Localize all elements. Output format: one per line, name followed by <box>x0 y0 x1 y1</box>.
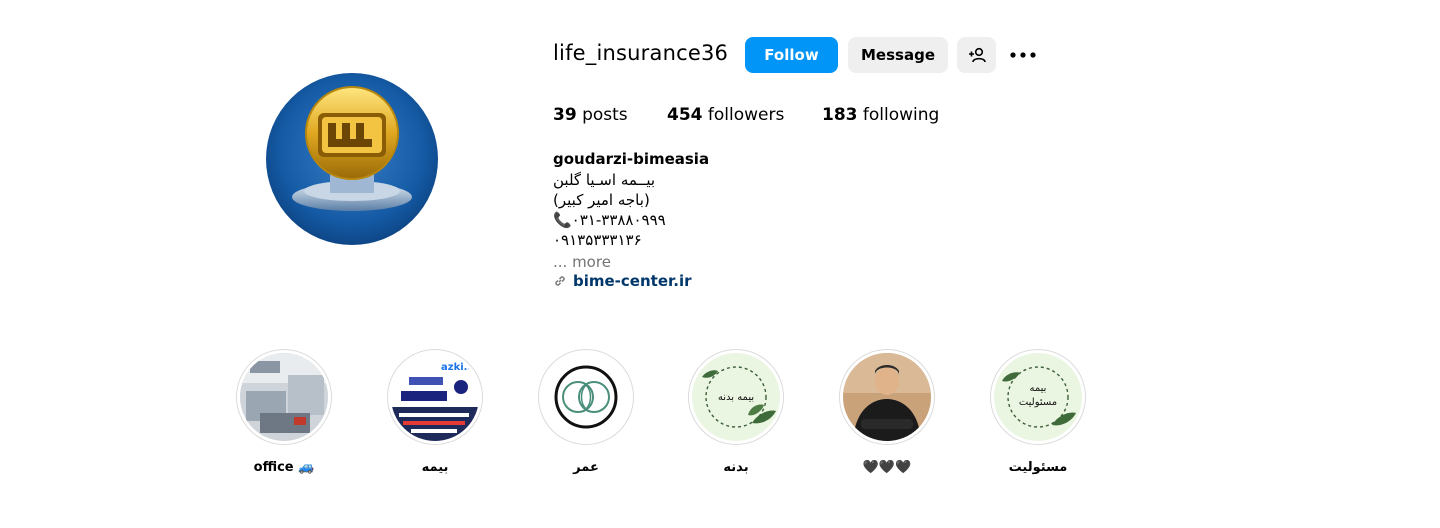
azki-ad-photo: azki.co <box>391 353 479 441</box>
svg-text:azki.co: azki.co <box>441 362 479 373</box>
message-button[interactable]: Message <box>848 37 948 73</box>
leaf-wreath-badge: بیمه مسئولیت <box>994 353 1082 441</box>
bio-more-link[interactable]: ... more <box>553 253 611 271</box>
svg-text:بیمه: بیمه <box>1030 383 1047 394</box>
svg-text:مسئولیت: مسئولیت <box>1019 397 1057 408</box>
highlight-hearts[interactable]: 🖤🖤🖤 <box>838 349 936 475</box>
highlight-label: 🖤🖤🖤 <box>862 460 912 475</box>
highlight-bime[interactable]: azki.co بیمه <box>386 349 484 475</box>
following-stat[interactable]: 183 following <box>822 105 939 125</box>
follow-button[interactable]: Follow <box>745 37 838 73</box>
highlight-label: بیمه <box>421 460 449 475</box>
highlight-label: بدنه <box>723 460 749 475</box>
man-portrait-photo <box>843 353 931 441</box>
highlight-masouliat[interactable]: بیمه مسئولیت مسئولیت <box>989 349 1087 475</box>
bio-name: goudarzi-bimeasia <box>553 150 710 168</box>
followers-stat[interactable]: 454 followers <box>667 105 784 125</box>
bio-line: ۰۹۱۳۵۳۳۳۱۳۶ <box>553 231 642 249</box>
posts-stat: 39 posts <box>553 105 628 125</box>
highlight-label: office 🚙 <box>253 460 315 475</box>
highlight-label: عمر <box>573 460 599 475</box>
leaf-wreath-badge: بیمه بدنه <box>692 353 780 441</box>
badge-text: بیمه بدنه <box>718 392 754 403</box>
bio-line: 📞۰۳۱-۳۳۸۸۰۹۹۹ <box>553 211 666 229</box>
profile-avatar[interactable] <box>266 73 438 245</box>
more-options-icon <box>1010 52 1036 58</box>
bio-line: بیــمه اسـیا گلبن <box>553 171 656 189</box>
link-icon <box>555 276 565 286</box>
highlight-label: مسئولیت <box>1008 460 1068 475</box>
profile-username: life_insurance36 <box>553 41 729 65</box>
suggest-accounts-button[interactable] <box>957 37 996 73</box>
office-photo <box>240 353 328 441</box>
bio-line: (باجه امیر کبیر) <box>553 191 650 209</box>
person-add-icon <box>968 47 986 63</box>
highlight-omr[interactable]: عمر <box>537 349 635 475</box>
bio-website-link[interactable]: bime-center.ir <box>553 272 692 290</box>
more-options-button[interactable] <box>1003 37 1043 73</box>
highlight-office[interactable]: office 🚙 <box>235 349 333 475</box>
highlight-badaneh[interactable]: بیمه بدنه بدنه <box>687 349 785 475</box>
leaf-logo-icon <box>542 353 630 441</box>
